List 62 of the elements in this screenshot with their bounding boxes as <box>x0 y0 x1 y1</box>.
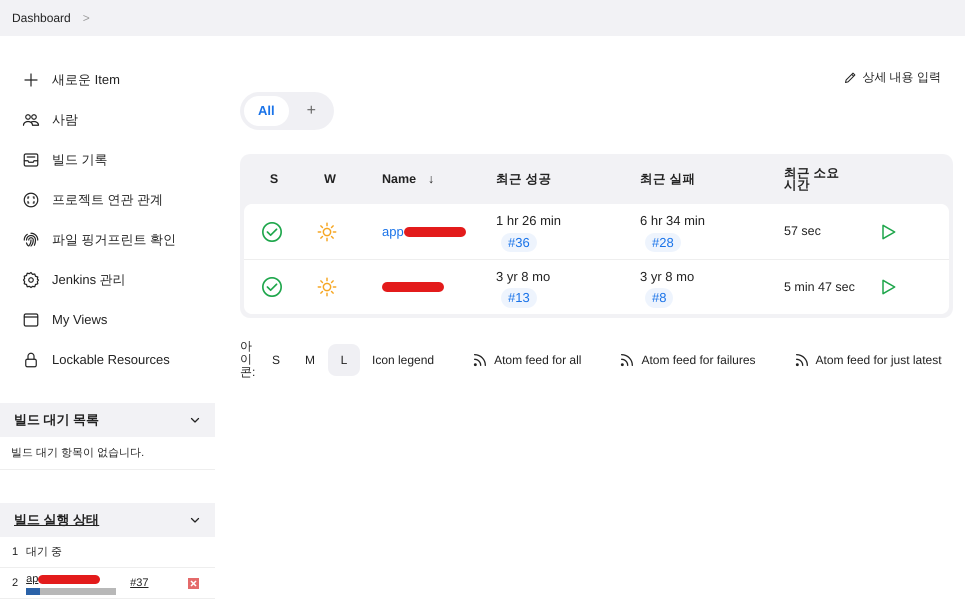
column-header: 최근 소요 시간 <box>784 167 840 191</box>
inbox-icon <box>22 151 40 169</box>
atom-feed-link[interactable]: Atom feed for all <box>472 350 582 369</box>
redaction-mark <box>38 575 100 584</box>
sort-column-header[interactable]: Name ↓ <box>356 170 496 188</box>
icon-size-label: 아이콘: <box>240 340 252 380</box>
rss-feed-icon <box>619 352 636 368</box>
icon-size-button[interactable]: M <box>294 344 326 376</box>
rss-feed-icon <box>794 352 810 368</box>
panel-title: 빌드 대기 목록 <box>14 411 100 430</box>
cancel-icon[interactable] <box>188 578 199 588</box>
edit-description-link[interactable]: 상세 내용 입력 <box>843 68 941 86</box>
sidebar-item[interactable]: 빌드 기록 <box>0 140 215 180</box>
executor-number: 1 <box>12 544 18 560</box>
build-number-link[interactable]: #28 <box>645 232 681 252</box>
settings-icon <box>22 271 40 289</box>
column-header: 최근 실패 <box>640 170 696 188</box>
icon-size-button[interactable]: L <box>328 344 360 376</box>
rss-feed-icon <box>472 352 488 368</box>
breadcrumb-link[interactable]: Dashboard <box>12 9 71 27</box>
column-header: 최근 성공 <box>496 170 552 188</box>
plus-icon <box>22 71 40 89</box>
executor-number: 2 <box>12 576 18 591</box>
build-number-link[interactable]: #8 <box>645 288 674 308</box>
people-icon <box>22 111 40 129</box>
pencil-icon <box>843 70 858 84</box>
column-header: S <box>268 170 280 188</box>
job-link[interactable]: ap <box>26 571 38 588</box>
sidebar-item[interactable]: 프로젝트 연관 관계 <box>0 180 215 220</box>
last-duration: 57 sec <box>784 223 822 240</box>
sidebar-item[interactable]: Jenkins 관리 <box>0 260 215 300</box>
last-success-time: 3 yr 8 mo <box>496 268 550 286</box>
build-number-link[interactable]: #13 <box>501 288 537 308</box>
job-link[interactable]: app <box>382 222 404 242</box>
atom-feed-link[interactable]: Atom feed for failures <box>619 350 756 369</box>
redaction-mark <box>404 226 466 236</box>
fingerprint-icon <box>22 231 40 249</box>
icon-size-button[interactable]: S <box>260 344 292 376</box>
circle-brackets-icon <box>22 191 40 209</box>
empty-queue-text: 빌드 대기 항목이 없습니다. <box>0 437 215 470</box>
icon-legend-link[interactable]: Icon legend <box>372 350 434 369</box>
sidebar-item[interactable]: 파일 핑거프린트 확인 <box>0 220 215 260</box>
redaction-mark <box>382 282 444 292</box>
last-failure-time: 3 yr 8 mo <box>640 268 694 286</box>
build-link[interactable]: #37 <box>130 574 148 592</box>
panel-title-link[interactable]: 빌드 실행 상태 <box>14 510 100 530</box>
column-header: W <box>323 170 337 188</box>
breadcrumb-separator: > <box>82 10 90 27</box>
last-success-time: 1 hr 26 min <box>496 212 562 230</box>
sidebar-item[interactable]: 사람 <box>0 100 215 140</box>
sidebar-item[interactable]: 새로운 Item <box>0 60 215 100</box>
atom-feed-link[interactable]: Atom feed for just latest <box>794 350 942 369</box>
executor-status: 대기 중 <box>26 544 62 560</box>
build-number-link[interactable]: #36 <box>501 232 537 252</box>
window-icon <box>22 311 40 329</box>
sidebar-item[interactable]: My Views <box>0 300 215 340</box>
last-failure-time: 6 hr 34 min <box>640 212 706 230</box>
sidebar-item[interactable]: Lockable Resources <box>0 340 215 380</box>
view-tab[interactable]: + <box>292 96 330 126</box>
last-duration: 5 min 47 sec <box>784 278 856 296</box>
lock-icon <box>22 351 40 369</box>
view-tab[interactable]: All <box>244 96 289 126</box>
